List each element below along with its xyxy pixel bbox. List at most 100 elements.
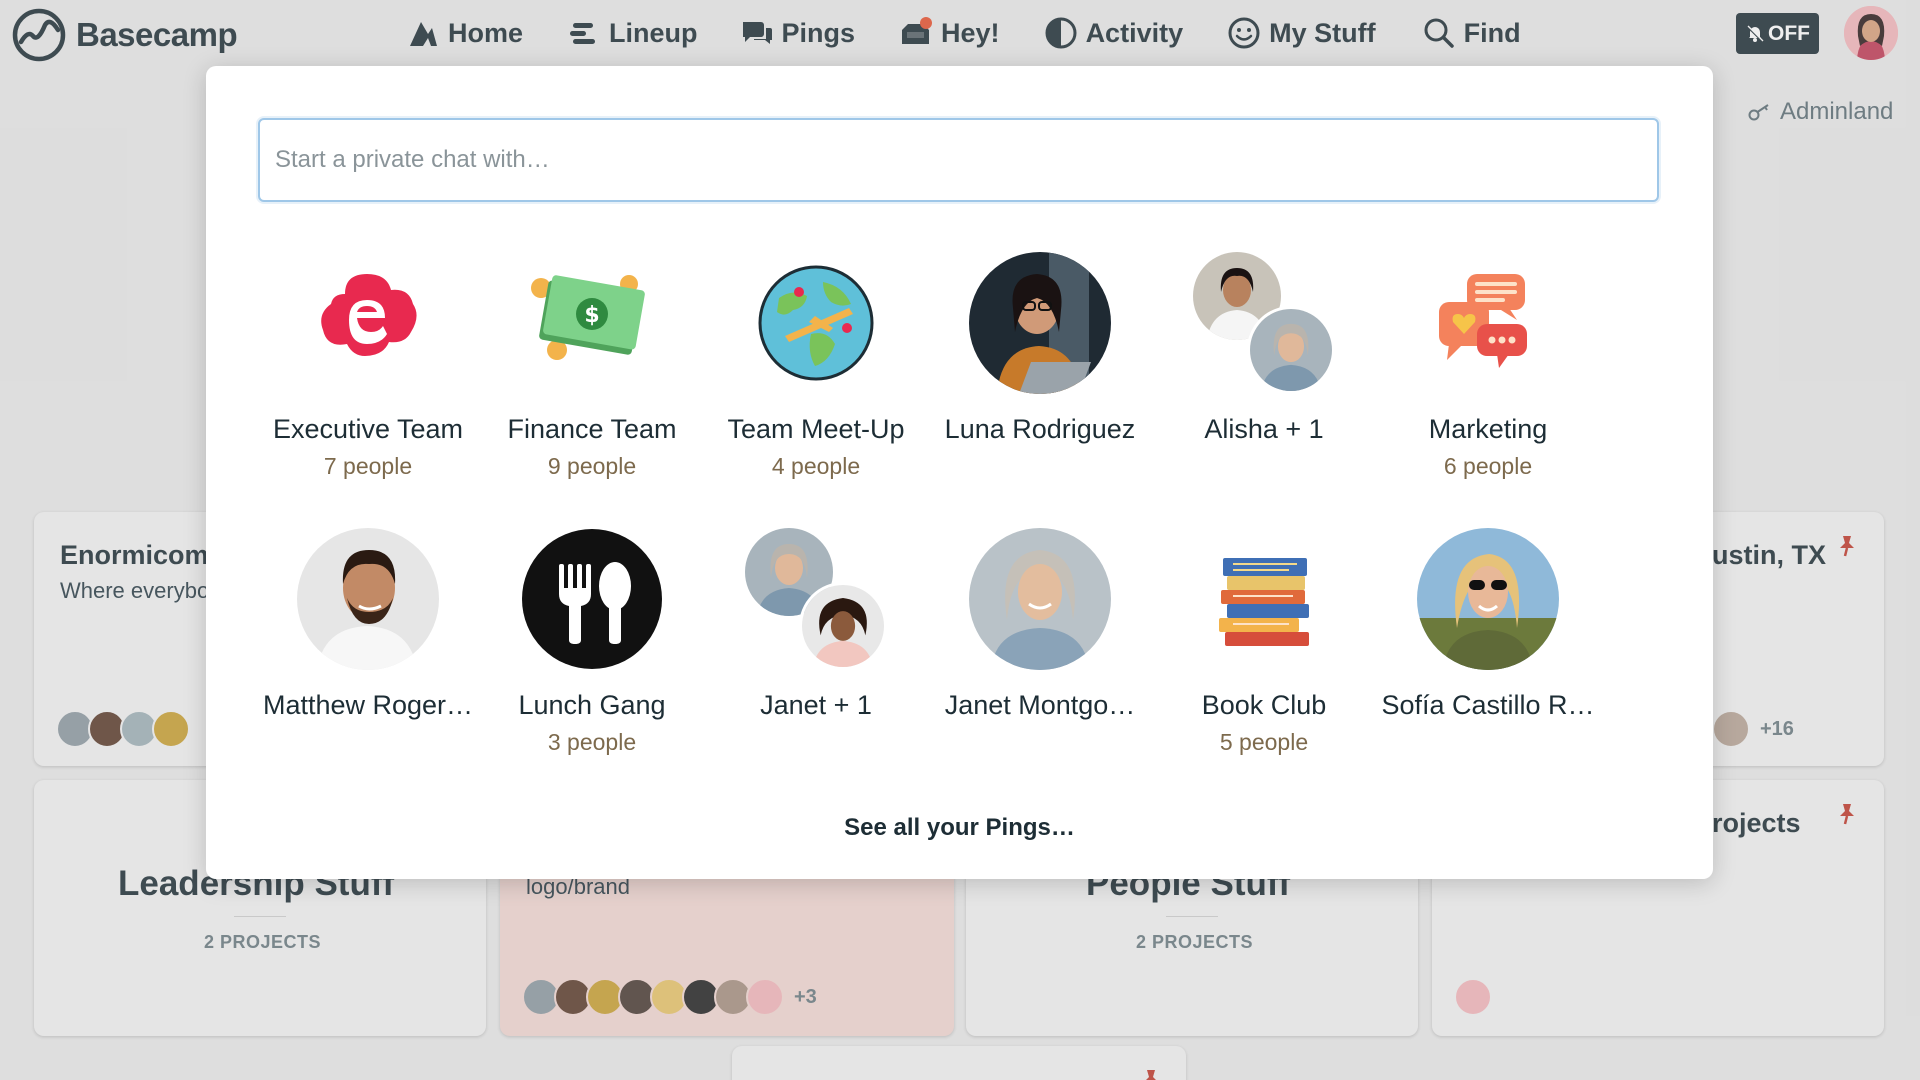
notifications-toggle-label: OFF — [1768, 21, 1810, 45]
globe-plane-icon — [745, 252, 887, 394]
avatar — [746, 978, 784, 1016]
ping-marketing[interactable]: Marketing 6 people — [1388, 252, 1588, 480]
ping-name: Executive Team — [272, 414, 464, 444]
card-title: ustin, TX — [1712, 540, 1826, 570]
home-icon — [410, 22, 437, 46]
avatar-overflow-count: +3 — [794, 985, 817, 1008]
avatar — [152, 710, 190, 748]
avatar — [1454, 978, 1492, 1016]
ping-name: Janet + 1 — [760, 690, 872, 720]
ping-name: Matthew Roger… — [262, 690, 474, 720]
ping-janet-montgomery[interactable]: Janet Montgo… — [940, 528, 1140, 721]
ping-name: Janet Montgo… — [944, 690, 1136, 720]
hey-inbox-icon — [902, 17, 933, 44]
pings-popover: Executive Team 7 people $ Finance Team 9… — [206, 66, 1713, 879]
nav-pings[interactable]: Pings — [740, 12, 856, 54]
nav-my-stuff[interactable]: My Stuff — [1227, 12, 1376, 54]
books-icon — [1193, 528, 1335, 670]
ping-name: Sofía Castillo R… — [1381, 690, 1595, 720]
main-nav: Home Lineup Pings Hey! Activity My Stuff… — [406, 12, 1521, 54]
card-avatars — [56, 710, 190, 748]
ping-member-count: 9 people — [547, 453, 637, 479]
nav-home[interactable]: Home — [406, 12, 523, 54]
nav-home-label: Home — [448, 17, 524, 48]
card-subtitle: Where everybo — [60, 578, 210, 603]
ping-janet-plus-1[interactable]: Janet + 1 — [716, 528, 916, 721]
avatar — [969, 528, 1111, 670]
ping-name: Luna Rodriguez — [944, 414, 1136, 444]
card-avatars — [1454, 978, 1492, 1016]
key-icon — [1748, 104, 1769, 121]
adminland-link[interactable]: Adminland — [1748, 98, 1893, 126]
search-icon — [1424, 18, 1454, 48]
nav-hey-label: Hey! — [941, 17, 1000, 48]
fork-spoon-icon — [521, 528, 663, 670]
nav-activity[interactable]: Activity — [1044, 12, 1184, 54]
ping-name: Marketing — [1428, 414, 1548, 444]
avatar — [1247, 306, 1335, 394]
ping-name: Alisha + 1 — [1204, 414, 1324, 444]
nav-activity-label: Activity — [1085, 17, 1184, 48]
avatar — [297, 528, 439, 670]
ping-member-count: 7 people — [323, 453, 413, 479]
see-all-pings-link[interactable]: See all your Pings… — [206, 814, 1713, 842]
ping-member-count: 4 people — [771, 453, 861, 479]
ping-matthew-rogers[interactable]: Matthew Roger… — [263, 528, 473, 721]
nav-hey[interactable]: Hey! — [899, 12, 1000, 54]
card-avatars: +3 — [522, 978, 817, 1016]
avatar — [1844, 6, 1898, 60]
bell-muted-icon — [1746, 24, 1764, 43]
nav-find-label: Find — [1463, 17, 1521, 48]
chat-bubbles-icon — [1417, 252, 1559, 394]
svg-text:$: $ — [584, 303, 599, 328]
ping-name: Book Club — [1201, 690, 1327, 720]
project-card-partial[interactable] — [732, 1046, 1186, 1080]
ping-team-meet-up[interactable]: Team Meet-Up 4 people — [716, 252, 916, 480]
app-name: Basecamp — [76, 16, 238, 53]
ping-name: Team Meet-Up — [727, 414, 905, 444]
card-title: rojects — [1712, 808, 1801, 838]
ping-member-count: 5 people — [1219, 729, 1309, 755]
nav-lineup[interactable]: Lineup — [567, 12, 698, 54]
card-project-count: 2 PROJECTS — [1136, 932, 1254, 952]
letter-e-icon — [297, 252, 439, 394]
card-divider — [1166, 916, 1218, 917]
pings-icon — [742, 22, 772, 44]
nav-lineup-label: Lineup — [609, 17, 698, 48]
ping-name: Lunch Gang — [518, 690, 666, 720]
activity-icon — [1045, 17, 1077, 49]
nav-find[interactable]: Find — [1422, 12, 1521, 54]
top-navigation: Basecamp Home Lineup Pings Hey! Activity… — [0, 0, 1920, 66]
user-avatar[interactable] — [1844, 6, 1898, 60]
smiley-icon — [1228, 17, 1260, 49]
ping-executive-team[interactable]: Executive Team 7 people — [268, 252, 468, 480]
avatar — [1712, 710, 1750, 748]
basecamp-logo[interactable]: Basecamp — [12, 8, 238, 62]
ping-name: Finance Team — [507, 414, 677, 444]
adminland-label: Adminland — [1780, 98, 1894, 125]
lineup-icon — [570, 23, 596, 44]
avatar — [1417, 528, 1559, 670]
avatar — [969, 252, 1111, 394]
nav-pings-label: Pings — [781, 17, 856, 48]
ping-alisha-plus-1[interactable]: Alisha + 1 — [1164, 252, 1364, 445]
card-avatars: +16 — [1712, 710, 1794, 748]
avatar — [799, 582, 887, 670]
ping-book-club[interactable]: Book Club 5 people — [1164, 528, 1364, 756]
pin-icon — [1840, 804, 1854, 825]
ping-sofia-castillo[interactable]: Sofía Castillo R… — [1381, 528, 1595, 721]
pin-icon — [1146, 1070, 1156, 1080]
ping-finance-team[interactable]: $ Finance Team 9 people — [492, 252, 692, 480]
card-project-count: 2 PROJECTS — [204, 932, 322, 952]
nav-my-stuff-label: My Stuff — [1269, 17, 1376, 48]
notifications-toggle-button[interactable]: OFF — [1736, 13, 1819, 54]
card-divider — [234, 916, 286, 917]
basecamp-logo-icon — [12, 8, 66, 62]
ping-member-count: 3 people — [547, 729, 637, 755]
ping-luna-rodriguez[interactable]: Luna Rodriguez — [940, 252, 1140, 445]
money-icon: $ — [521, 252, 663, 394]
card-title: Enormicom — [60, 540, 209, 570]
ping-member-count: 6 people — [1443, 453, 1533, 479]
private-chat-search-input[interactable] — [258, 118, 1659, 202]
ping-lunch-gang[interactable]: Lunch Gang 3 people — [492, 528, 692, 756]
